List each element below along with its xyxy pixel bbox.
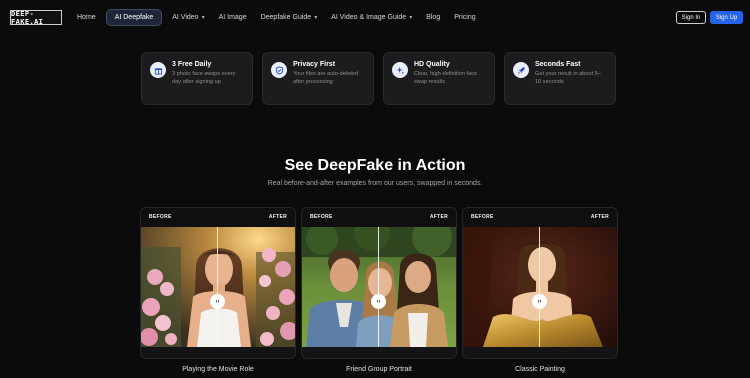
nav-home[interactable]: Home	[70, 9, 103, 26]
nav-ai-deepfake[interactable]: AI Deepfake	[105, 9, 163, 26]
feature-card: Seconds Fast Get your result in about 5–…	[504, 52, 616, 105]
sparkle-icon	[392, 62, 408, 78]
feature-desc: Clear, high-definition face swap results	[414, 71, 478, 85]
nav-pricing[interactable]: Pricing	[447, 9, 482, 26]
top-nav: DEEP-FAKE.AI Home AI Deepfake AI Video ▾ …	[0, 0, 750, 36]
comparison-card[interactable]: BEFORE AFTER ‹›	[301, 207, 457, 359]
gift-icon	[150, 62, 166, 78]
sign-up-button[interactable]: Sign Up	[710, 11, 743, 24]
feature-card: 3 Free Daily 3 photo face swaps every da…	[141, 52, 253, 105]
feature-title: Seconds Fast	[535, 61, 581, 68]
nav-ai-video-image-guide[interactable]: AI Video & Image Guide ▾	[324, 9, 419, 26]
before-tag: BEFORE	[149, 214, 172, 220]
before-tag: BEFORE	[471, 214, 494, 220]
nav-blog[interactable]: Blog	[419, 9, 447, 26]
feature-desc: Get your result in about 5–10 seconds	[535, 71, 601, 85]
example-label: Friend Group Portrait	[346, 366, 412, 373]
chevron-down-icon: ▾	[409, 15, 413, 21]
example-label: Classic Painting	[515, 366, 565, 373]
compare-slider-handle[interactable]: ‹›	[532, 294, 547, 309]
feature-title: HD Quality	[414, 61, 450, 68]
brand-logo[interactable]: DEEP-FAKE.AI	[10, 10, 62, 26]
before-tag: BEFORE	[310, 214, 333, 220]
comparison-image: ‹›	[302, 227, 456, 347]
slider-divider	[217, 227, 218, 347]
nav-ai-video[interactable]: AI Video ▾	[165, 9, 211, 26]
feature-desc: 3 photo face swaps every day after signi…	[172, 71, 236, 85]
shield-icon	[271, 62, 287, 78]
feature-card: Privacy First Your files are auto-delete…	[262, 52, 374, 105]
after-tag: AFTER	[268, 214, 287, 220]
feature-card: HD Quality Clear, high-definition face s…	[383, 52, 495, 105]
compare-slider-handle[interactable]: ‹›	[371, 294, 386, 309]
feature-cards: 3 Free Daily 3 photo face swaps every da…	[141, 52, 616, 105]
compare-slider-handle[interactable]: ‹›	[210, 294, 225, 309]
rocket-icon	[513, 62, 529, 78]
chevron-down-icon: ▾	[314, 15, 318, 21]
nav-ai-image[interactable]: AI Image	[212, 9, 254, 26]
comparison-cards: BEFORE AFTER ‹› BEFORE AFTER ‹› BEFORE A…	[140, 207, 618, 359]
section-subtitle: Real before-and-after examples from our …	[267, 180, 483, 187]
slider-divider	[539, 227, 540, 347]
nav-links: Home AI Deepfake AI Video ▾ AI Image Deep…	[70, 9, 483, 26]
feature-title: 3 Free Daily	[172, 61, 212, 68]
after-tag: AFTER	[590, 214, 609, 220]
after-tag: AFTER	[429, 214, 448, 220]
section-title: See DeepFake in Action	[284, 157, 466, 174]
chevron-down-icon: ▾	[201, 15, 205, 21]
comparison-card[interactable]: BEFORE AFTER ‹›	[462, 207, 618, 359]
comparison-card[interactable]: BEFORE AFTER ‹›	[140, 207, 296, 359]
comparison-image: ‹›	[141, 227, 295, 347]
feature-desc: Your files are auto-deleted after proces…	[293, 71, 359, 85]
example-label: Playing the Movie Role	[182, 366, 254, 373]
sign-in-button[interactable]: Sign In	[676, 11, 706, 24]
nav-deepfake-guide[interactable]: Deepfake Guide ▾	[254, 9, 325, 26]
feature-title: Privacy First	[293, 61, 336, 68]
slider-divider	[378, 227, 379, 347]
comparison-image: ‹›	[463, 227, 617, 347]
